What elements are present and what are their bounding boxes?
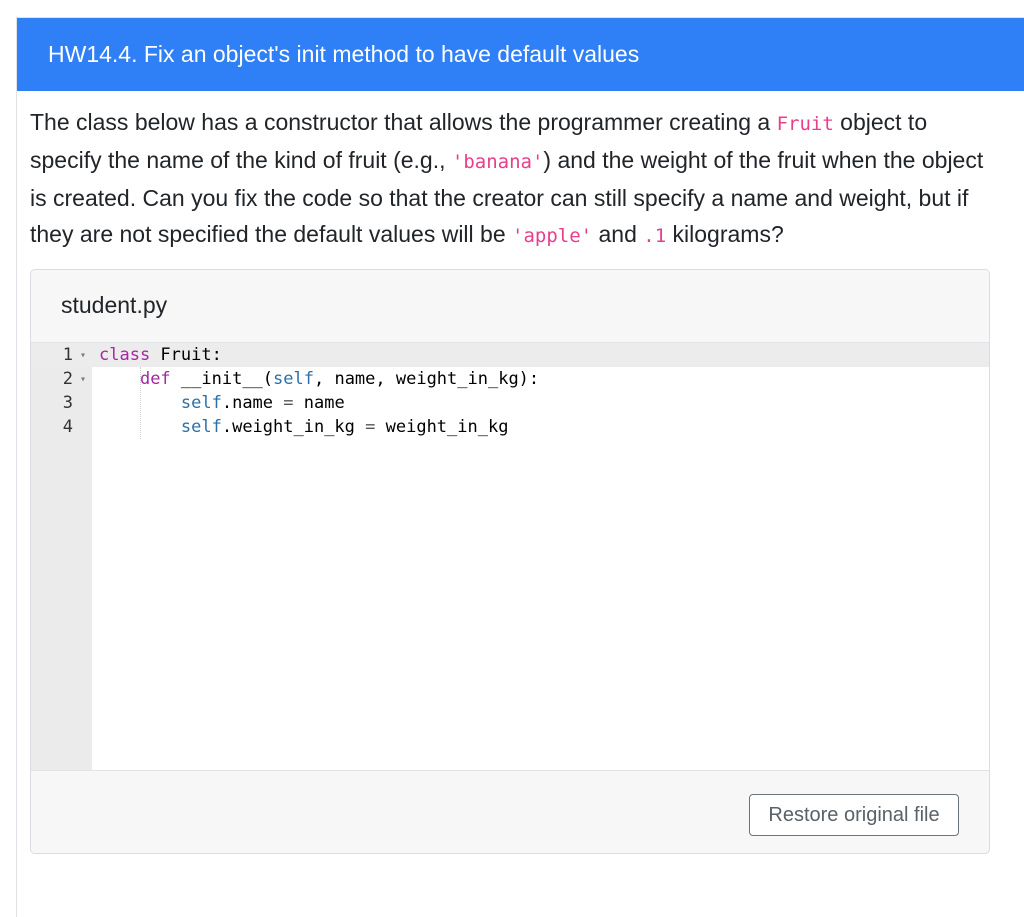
code-self: self [273, 369, 314, 389]
inline-code: 'apple' [512, 225, 593, 247]
prompt-text: kilograms? [666, 221, 784, 247]
file-name: student.py [61, 292, 168, 318]
code-line-3[interactable]: self.name = name [99, 391, 345, 415]
line-number: 4 [62, 417, 73, 437]
question-prompt: The class below has a constructor that a… [30, 104, 990, 254]
inline-code: .1 [643, 225, 667, 247]
gutter-line-2: 2 ▾ [31, 367, 92, 391]
code-text: weight_in_kg [375, 417, 509, 437]
file-editor-card: student.py 1 ▾ 2 ▾ 3 4 class Fruit: def … [30, 269, 990, 854]
code-text: .weight_in_kg [221, 417, 366, 437]
gutter-line-1: 1 ▾ [31, 343, 92, 367]
restore-original-file-button[interactable]: Restore original file [749, 794, 959, 836]
question-title: HW14.4. Fix an object's init method to h… [17, 18, 1024, 91]
fold-arrow-icon[interactable]: ▾ [80, 368, 86, 392]
code-text: .name [221, 393, 284, 413]
code-editor[interactable]: 1 ▾ 2 ▾ 3 4 class Fruit: def __init__(se… [31, 342, 989, 771]
inline-code: Fruit [776, 113, 834, 135]
code-line-1[interactable]: class Fruit: [99, 343, 222, 367]
prompt-text: and [592, 221, 644, 247]
code-text: Fruit: [150, 345, 222, 365]
line-number: 3 [62, 393, 73, 413]
code-text: , name, weight_in_kg): [313, 369, 540, 389]
line-number: 2 [62, 369, 73, 389]
code-operator: = [365, 417, 376, 437]
code-self: self [180, 417, 222, 437]
gutter-line-3: 3 [31, 391, 92, 415]
fold-arrow-icon[interactable]: ▾ [80, 344, 86, 368]
prompt-text: The class below has a constructor that a… [30, 109, 777, 135]
gutter-line-4: 4 [31, 415, 92, 439]
code-operator: = [283, 393, 294, 413]
code-text: name [293, 393, 345, 413]
code-keyword: class [99, 345, 151, 365]
line-number: 1 [62, 345, 73, 365]
inline-code: 'banana' [451, 151, 544, 173]
code-self: self [180, 393, 222, 413]
code-line-2[interactable]: def __init__(self, name, weight_in_kg): [99, 367, 539, 391]
code-text: __init__( [170, 369, 274, 389]
code-line-4[interactable]: self.weight_in_kg = weight_in_kg [99, 415, 509, 439]
code-keyword: def [139, 369, 171, 389]
